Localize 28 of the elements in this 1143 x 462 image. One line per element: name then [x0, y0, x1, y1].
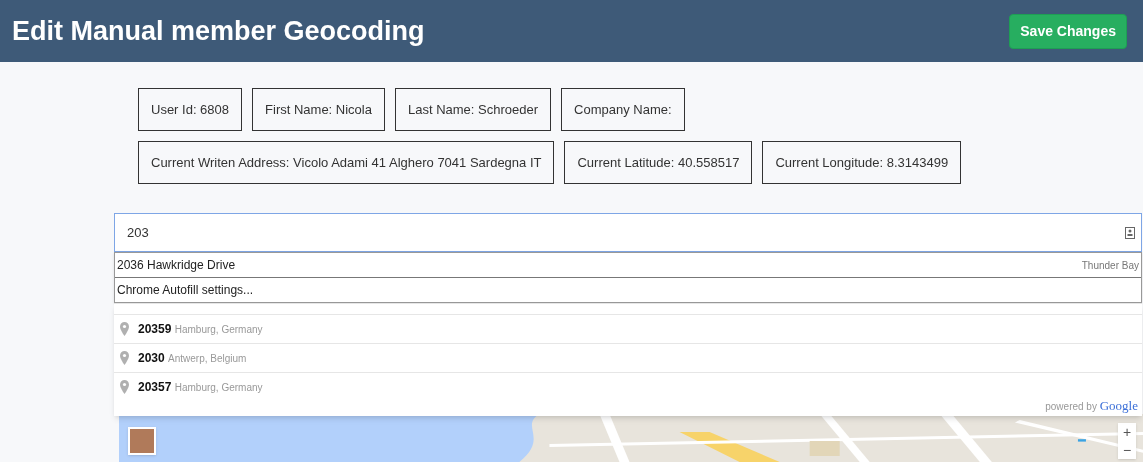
- info-field: Current Longitude: 8.3143499: [762, 141, 962, 184]
- place-name: 2030 Antwerp, Belgium: [138, 350, 247, 367]
- suggestion-city: Thunder Bay: [1081, 258, 1139, 273]
- address-search-field[interactable]: 203: [114, 213, 1142, 252]
- location-pin-icon: [120, 380, 129, 394]
- info-field: Company Name:: [561, 88, 685, 131]
- info-field: Last Name: Schroeder: [394, 88, 552, 131]
- suggestion-address: 2036 Hawkridge Drive: [117, 257, 236, 274]
- info-field: Current Latitude: 40.558517: [564, 141, 753, 184]
- map[interactable]: + −: [119, 414, 1143, 462]
- page-title: Edit Manual member Geocoding: [12, 14, 425, 48]
- place-suggestion[interactable]: 2030 Antwerp, Belgium: [114, 343, 1142, 372]
- place-name: 20359 Hamburg, Germany: [138, 321, 263, 338]
- place-suggestion[interactable]: 20357 Hamburg, Germany: [114, 372, 1142, 401]
- location-pin-icon: [120, 322, 129, 336]
- place-name: 20357 Hamburg, Germany: [138, 379, 263, 396]
- zoom-in-button[interactable]: +: [1118, 423, 1136, 441]
- location-pin-icon: [120, 351, 129, 365]
- info-field: Current Writen Address: Vicolo Adami 41 Alghero 7041 Sardegna IT: [138, 141, 555, 184]
- contact-card-icon: [1125, 226, 1135, 239]
- satellite-view-button[interactable]: [128, 427, 156, 455]
- autofill-suggestion[interactable]: 2036 Hawkridge Drive Thunder Bay: [115, 253, 1141, 278]
- zoom-out-button[interactable]: −: [1118, 441, 1136, 459]
- info-field: First Name: Nicola: [252, 88, 385, 131]
- info-field: User Id: 6808: [138, 88, 243, 131]
- address-input[interactable]: 203: [127, 222, 1125, 243]
- place-suggestion[interactable]: 20359 Hamburg, Germany: [114, 314, 1142, 343]
- autofill-settings-item[interactable]: Chrome Autofill settings...: [115, 278, 1141, 302]
